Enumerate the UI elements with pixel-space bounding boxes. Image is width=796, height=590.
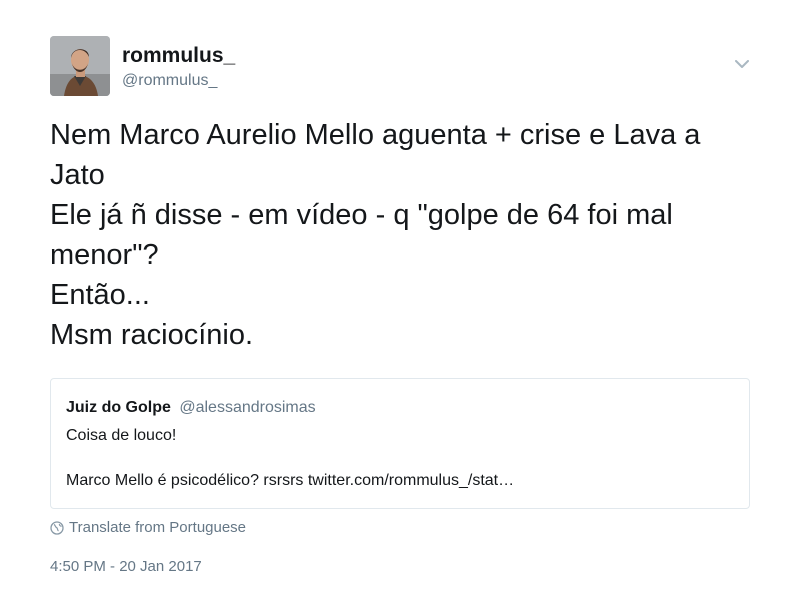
tweet-timestamp[interactable]: 4:50 PM - 20 Jan 2017 [50, 557, 202, 577]
tweet-text-line: menor"? [50, 239, 159, 271]
quoted-tweet-author-name: Juiz do Golpe [66, 399, 171, 416]
author-screen-name[interactable]: @rommulus_ [122, 71, 217, 91]
translate-button[interactable]: Translate from Portuguese [50, 518, 246, 538]
translate-label: Translate from Portuguese [69, 519, 247, 536]
quoted-tweet-text-line: Coisa de louco! [66, 427, 177, 444]
tweet-card: rommulus_ @rommulus_ Nem Marco Aurelio M… [0, 0, 796, 590]
tweet-text: Nem Marco Aurelio Mello aguenta + crise … [50, 115, 766, 355]
globe-icon [50, 521, 64, 535]
author-display-name[interactable]: rommulus_ [122, 43, 235, 69]
tweet-text-line: Então... [50, 279, 150, 311]
quoted-tweet-author-handle: @alessandrosimas [179, 399, 316, 416]
chevron-down-icon[interactable] [732, 56, 752, 72]
avatar[interactable] [50, 36, 110, 96]
quoted-tweet[interactable]: Juiz do Golpe @alessandrosimas Coisa de … [50, 378, 750, 509]
tweet-text-line: Jato [50, 159, 105, 191]
tweet-text-line: Msm raciocínio. [50, 319, 254, 351]
tweet-text-line: Nem Marco Aurelio Mello aguenta + crise … [50, 119, 701, 151]
quoted-tweet-text-line: Marco Mello é psicodélico? rsrsrs twitte… [66, 472, 515, 489]
quoted-tweet-header: Juiz do Golpe @alessandrosimas [66, 398, 316, 418]
tweet-text-line: Ele já ñ disse - em vídeo - q "golpe de … [50, 199, 673, 231]
profile-photo-icon [50, 36, 110, 96]
